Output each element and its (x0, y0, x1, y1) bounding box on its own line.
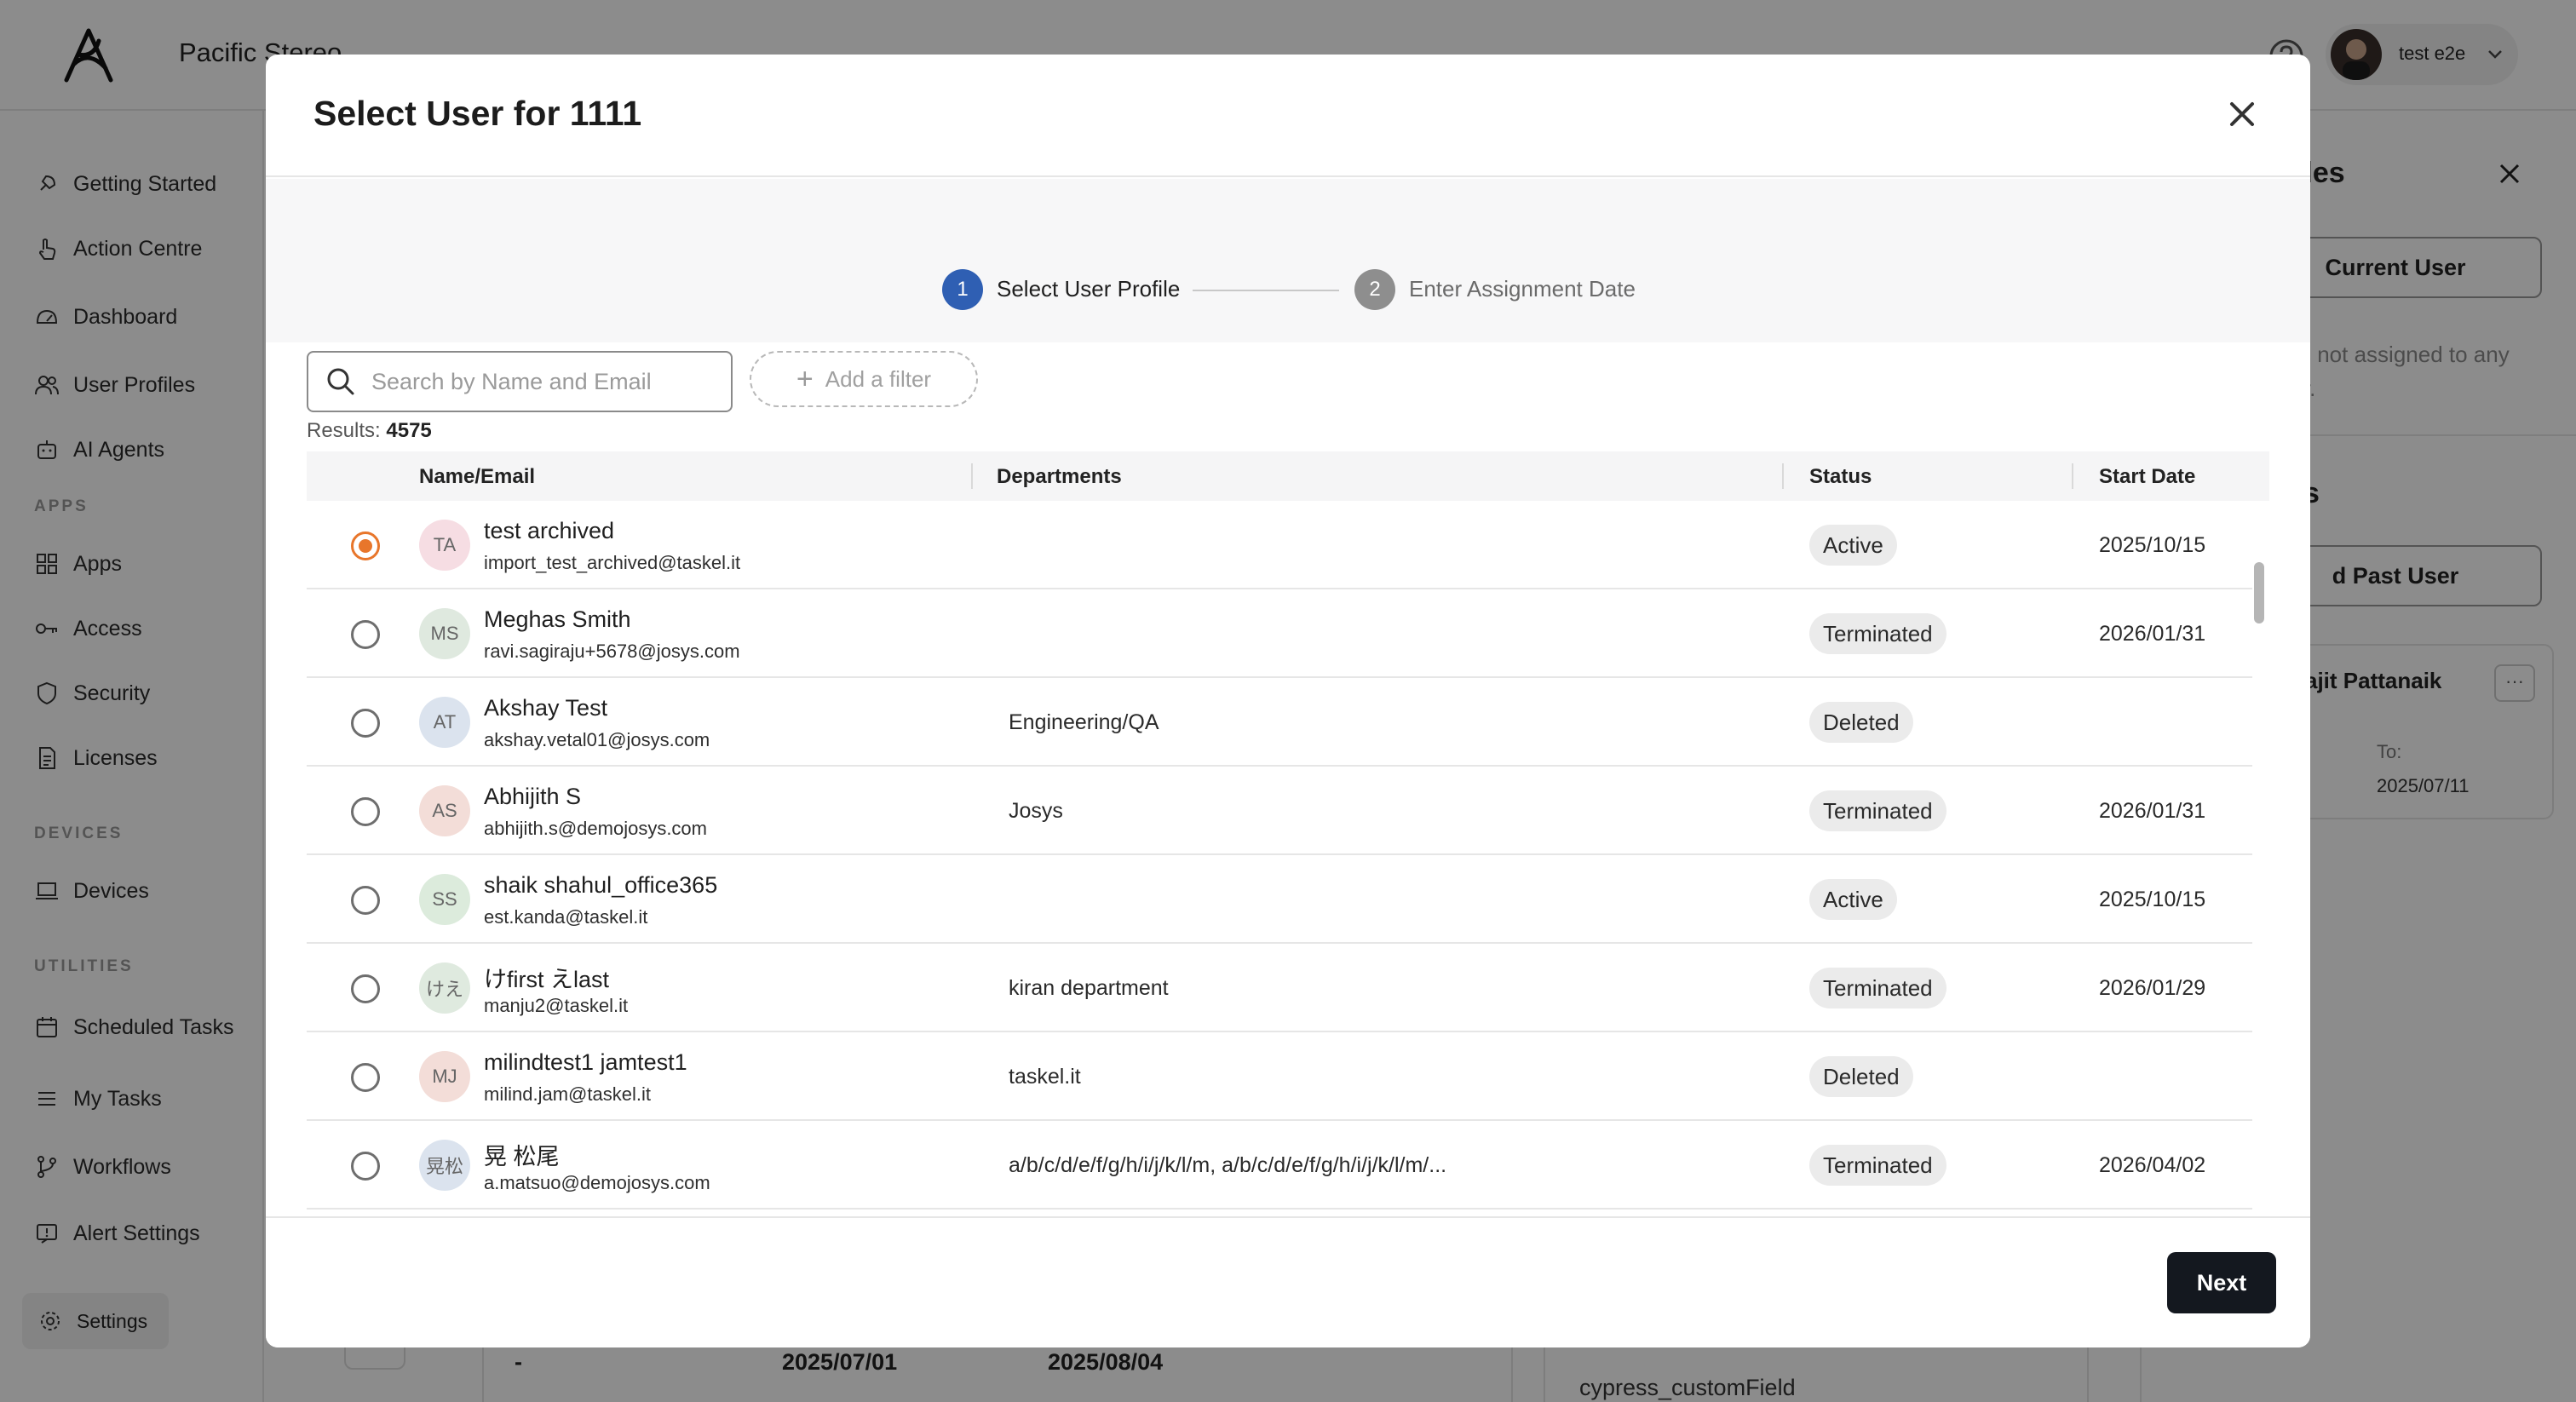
user-email: milind.jam@taskel.it (484, 1083, 651, 1105)
search-icon (327, 368, 354, 395)
user-email: est.kanda@taskel.it (484, 906, 648, 928)
user-department: a/b/c/d/e/f/g/h/i/j/k/l/m, a/b/c/d/e/f/g… (1009, 1153, 1447, 1177)
status-badge: Terminated (1809, 1145, 1946, 1186)
user-email: abhijith.s@demojosys.com (484, 818, 707, 839)
column-header-start-date[interactable]: Start Date (2099, 465, 2195, 489)
row-select-radio[interactable] (351, 886, 380, 915)
avatar: MS (419, 608, 470, 659)
user-name: けfirst えlast (484, 967, 610, 992)
status-badge: Terminated (1809, 968, 1946, 1008)
table-header: Name/Email Departments Status Start Date (307, 451, 2269, 501)
avatar: SS (419, 874, 470, 925)
column-resize-handle[interactable] (971, 463, 973, 489)
stepper: 1 Select User Profile 2 Enter Assignment… (266, 179, 2310, 342)
row-select-radio[interactable] (351, 1152, 380, 1181)
status-badge: Terminated (1809, 613, 1946, 654)
row-select-radio[interactable] (351, 709, 380, 738)
status-badge: Active (1809, 879, 1897, 920)
next-button[interactable]: Next (2167, 1252, 2276, 1313)
step-1-circle: 1 (942, 269, 983, 310)
start-date: 2025/10/15 (2099, 533, 2206, 557)
start-date: 2026/01/31 (2099, 622, 2206, 646)
user-email: akshay.vetal01@josys.com (484, 729, 710, 750)
status-badge: Terminated (1809, 790, 1946, 831)
step-1-label: Select User Profile (997, 276, 1181, 302)
user-name: shaik shahul_office365 (484, 872, 718, 898)
user-email: ravi.sagiraju+5678@josys.com (484, 641, 740, 662)
user-department: Josys (1009, 799, 1063, 823)
user-department: taskel.it (1009, 1065, 1081, 1089)
modal-header: Select User for 1111 (266, 55, 2310, 177)
user-department: Engineering/QA (1009, 710, 1159, 734)
user-email: import_test_archived@taskel.it (484, 552, 741, 573)
user-name: Meghas Smith (484, 606, 631, 632)
table-scrollbar[interactable] (2254, 562, 2264, 623)
column-resize-handle[interactable] (2072, 463, 2073, 489)
search-field[interactable] (307, 351, 733, 412)
close-icon[interactable] (2222, 94, 2263, 135)
row-select-radio[interactable] (351, 1063, 380, 1092)
user-email: a.matsuo@demojosys.com (484, 1172, 710, 1193)
start-date: 2026/01/29 (2099, 976, 2206, 1000)
table-row[interactable]: 晃松 晃 松尾 a.matsuo@demojosys.com a/b/c/d/e… (307, 1121, 2252, 1210)
add-filter-button[interactable]: + Add a filter (750, 351, 978, 407)
user-name: milindtest1 jamtest1 (484, 1049, 687, 1075)
table-row[interactable]: TA test archived import_test_archived@ta… (307, 501, 2252, 589)
avatar: AS (419, 785, 470, 836)
table-row[interactable]: けえ けfirst えlast manju2@taskel.it kiran d… (307, 944, 2252, 1032)
column-resize-handle[interactable] (1782, 463, 1784, 489)
row-select-radio[interactable] (351, 620, 380, 649)
table-row[interactable]: AS Abhijith S abhijith.s@demojosys.com J… (307, 767, 2252, 855)
user-email: manju2@taskel.it (484, 995, 629, 1016)
start-date: 2026/01/31 (2099, 799, 2206, 823)
modal-title: Select User for 1111 (313, 94, 642, 133)
step-2-label: Enter Assignment Date (1409, 276, 1636, 302)
column-header-departments[interactable]: Departments (997, 465, 1122, 489)
row-select-radio[interactable] (351, 797, 380, 826)
avatar: MJ (419, 1051, 470, 1102)
table-row[interactable]: SS shaik shahul_office365 est.kanda@task… (307, 855, 2252, 944)
avatar: けえ (419, 962, 470, 1014)
user-name: 晃 松尾 (484, 1144, 560, 1169)
search-input[interactable] (371, 368, 712, 395)
user-name: Akshay Test (484, 695, 608, 721)
status-badge: Deleted (1809, 702, 1913, 743)
table-row[interactable]: AT Akshay Test akshay.vetal01@josys.com … (307, 678, 2252, 767)
column-header-name-email[interactable]: Name/Email (419, 465, 535, 489)
table-row[interactable]: MJ milindtest1 jamtest1 milind.jam@taske… (307, 1032, 2252, 1121)
status-badge: Active (1809, 525, 1897, 566)
step-2-circle: 2 (1354, 269, 1395, 310)
start-date: 2025/10/15 (2099, 888, 2206, 911)
user-name: Abhijith S (484, 784, 582, 809)
avatar: 晃松 (419, 1140, 470, 1191)
user-name: test archived (484, 518, 615, 543)
results-count: Results: 4575 (307, 419, 432, 442)
select-user-modal: Select User for 1111 1 Select User Profi… (266, 55, 2310, 1347)
plus-icon: + (796, 363, 814, 395)
column-header-status[interactable]: Status (1809, 465, 1872, 489)
add-filter-label: Add a filter (825, 365, 932, 392)
avatar: AT (419, 697, 470, 748)
modal-footer: Next (266, 1216, 2310, 1347)
avatar: TA (419, 520, 470, 571)
row-select-radio[interactable] (351, 531, 380, 560)
step-connector (1193, 290, 1339, 291)
user-department: kiran department (1009, 976, 1169, 1000)
row-select-radio[interactable] (351, 974, 380, 1003)
start-date: 2026/04/02 (2099, 1153, 2206, 1177)
status-badge: Deleted (1809, 1056, 1913, 1097)
table-row[interactable]: MS Meghas Smith ravi.sagiraju+5678@josys… (307, 589, 2252, 678)
user-table: TA test archived import_test_archived@ta… (307, 501, 2269, 1211)
